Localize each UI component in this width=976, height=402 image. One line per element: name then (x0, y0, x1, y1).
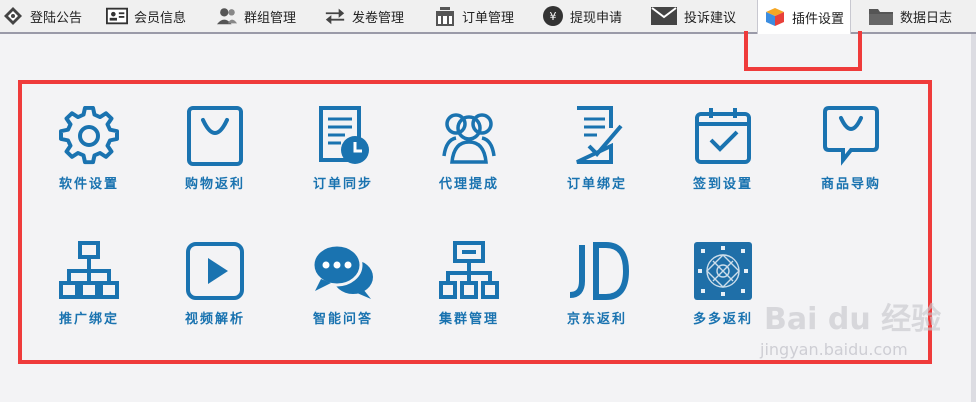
plugin-label: 订单绑定 (566, 177, 627, 192)
tab-group-manage[interactable]: 群组管理 (216, 0, 296, 32)
highlight-box-tab (744, 31, 862, 71)
tab-complaints[interactable]: 投诉建议 (650, 0, 736, 32)
tab-label: 群组管理 (244, 10, 297, 26)
tab-member-info[interactable]: 会员信息 (106, 0, 186, 32)
plugin-jd-rebate[interactable]: 京东返利 (542, 238, 652, 334)
tab-label: 投诉建议 (684, 10, 737, 26)
calendar-check-icon (690, 103, 756, 169)
plugin-product-guide[interactable]: 商品导购 (796, 103, 906, 199)
envelope-icon (650, 5, 678, 27)
plugin-order-binding[interactable]: 订单绑定 (542, 103, 652, 199)
plugin-label: 代理提成 (438, 177, 499, 192)
org-chart-icon (56, 238, 122, 304)
plugin-label: 购物返利 (184, 177, 245, 192)
tab-data-log[interactable]: 数据日志 (868, 0, 952, 32)
document-check-icon (564, 103, 630, 169)
gear-icon (56, 103, 122, 169)
shopping-bag-icon (182, 103, 248, 169)
document-clock-icon (310, 103, 376, 169)
plugin-label: 订单同步 (312, 177, 373, 192)
plugin-checkin-settings[interactable]: 签到设置 (668, 103, 778, 199)
users-icon (216, 5, 238, 27)
tab-coupon-manage[interactable]: 发卷管理 (324, 0, 404, 32)
tab-label: 提现申请 (570, 10, 623, 26)
plugin-label: 京东返利 (566, 312, 627, 327)
swap-arrows-icon (324, 5, 346, 27)
tab-label: 会员信息 (134, 10, 187, 26)
plugin-label: 签到设置 (692, 177, 753, 192)
chat-bubbles-icon (310, 238, 376, 304)
plugin-label: 多多返利 (692, 312, 753, 327)
plugin-label: 推广绑定 (58, 312, 119, 327)
id-card-icon (106, 5, 128, 27)
jd-logo-icon (564, 238, 630, 304)
watermark-url: jingyan.baidu.com (760, 340, 908, 359)
plugin-promo-binding[interactable]: 推广绑定 (34, 238, 144, 334)
basket-icon (434, 5, 456, 27)
tab-label: 发卷管理 (352, 10, 405, 26)
tab-label: 登陆公告 (30, 10, 83, 26)
cube-icon (764, 6, 786, 28)
compass-icon (2, 5, 24, 27)
agents-icon (436, 103, 502, 169)
plugin-cluster-manage[interactable]: 集群管理 (414, 238, 524, 334)
pinduoduo-logo-icon (690, 238, 756, 304)
folder-icon (868, 5, 894, 27)
plugin-label: 商品导购 (820, 177, 881, 192)
tab-order-manage[interactable]: 订单管理 (434, 0, 514, 32)
watermark-brand: Bai du 经验 (764, 302, 942, 337)
plugin-agent-commission[interactable]: 代理提成 (414, 103, 524, 199)
plugin-software-settings[interactable]: 软件设置 (34, 103, 144, 199)
network-icon (436, 238, 502, 304)
play-icon (182, 238, 248, 304)
tab-login-notice[interactable]: 登陆公告 (2, 0, 82, 32)
plugin-label: 软件设置 (58, 177, 119, 192)
tab-withdraw-request[interactable]: ¥ 提现申请 (542, 0, 622, 32)
plugin-label: 智能问答 (312, 312, 373, 327)
plugin-shopping-rebate[interactable]: 购物返利 (160, 103, 270, 199)
plugin-label: 视频解析 (184, 312, 245, 327)
tab-plugin-settings[interactable]: 插件设置 (757, 0, 852, 34)
chat-bag-icon (818, 103, 884, 169)
yen-coin-icon: ¥ (542, 5, 564, 27)
plugin-tab-bar: 登陆公告 会员信息 群组管理 发卷管理 订单管理 ¥ 提现申请 投诉建议 插件设… (0, 0, 976, 34)
svg-text:¥: ¥ (550, 10, 557, 23)
plugin-label: 集群管理 (438, 312, 499, 327)
tab-label: 订单管理 (462, 10, 515, 26)
tab-label: 插件设置 (792, 11, 845, 27)
tab-label: 数据日志 (900, 10, 953, 26)
scroll-edge (971, 34, 976, 402)
plugin-order-sync[interactable]: 订单同步 (288, 103, 398, 199)
plugin-smart-qa[interactable]: 智能问答 (288, 238, 398, 334)
plugin-video-parse[interactable]: 视频解析 (160, 238, 270, 334)
plugin-duoduo-rebate[interactable]: 多多返利 (668, 238, 778, 334)
